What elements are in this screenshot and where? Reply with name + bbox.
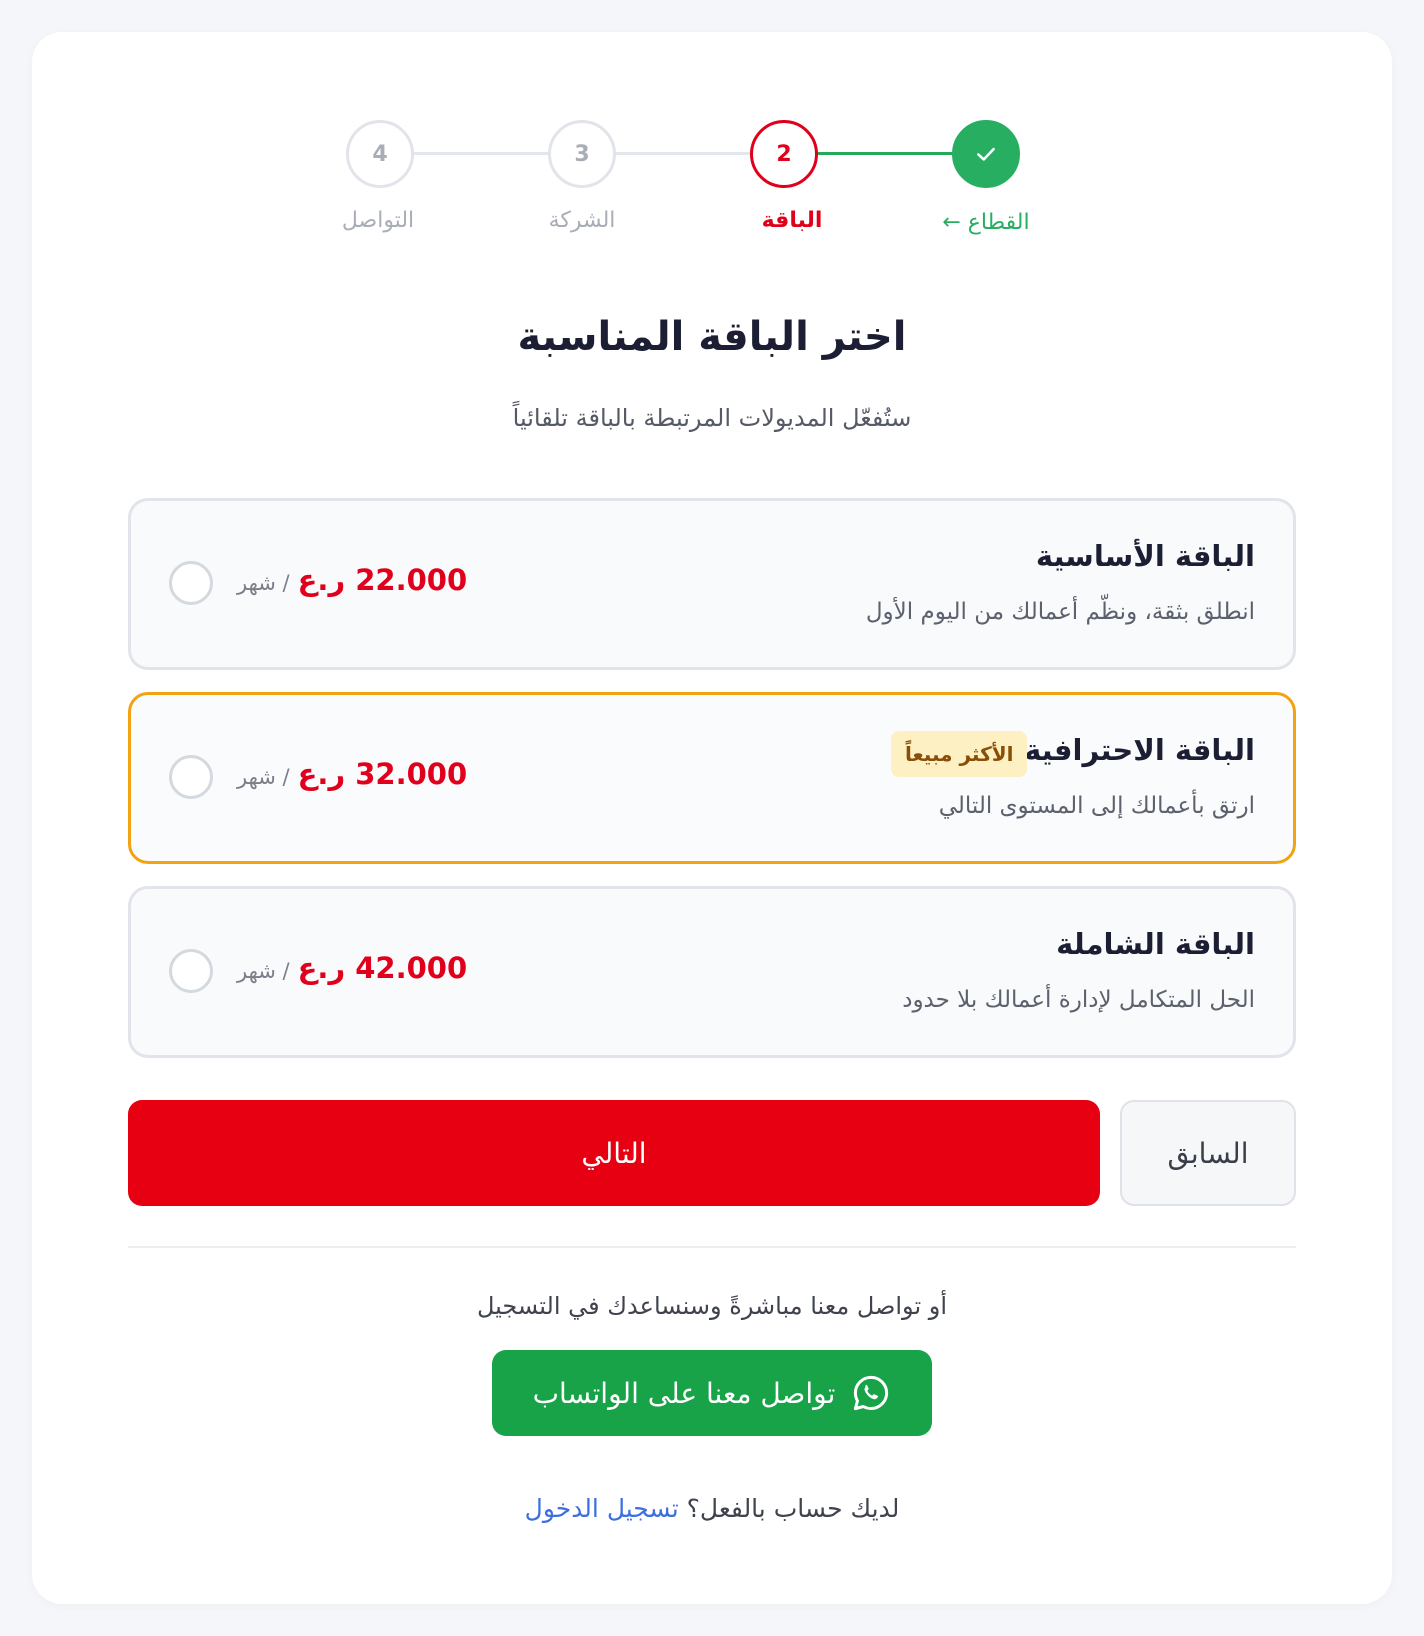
section-divider xyxy=(128,1246,1296,1248)
price-period: / شهر xyxy=(237,765,290,789)
stepper-line-3-4 xyxy=(410,152,552,155)
plan-name: الباقة الاحترافية xyxy=(1024,733,1255,767)
price-amount: 42.000 ر.ع xyxy=(297,951,468,985)
login-prompt-row: لديك حساب بالفعل؟ تسجيل الدخول xyxy=(32,1494,1392,1523)
bestseller-badge: الأكثر مبيعاً xyxy=(891,731,1028,777)
plan-price: 22.000 ر.ع / شهر xyxy=(237,563,467,597)
plan-description: انطلق بثقة، ونظّم أعمالك من اليوم الأول xyxy=(865,599,1255,625)
plan-radio-comprehensive[interactable] xyxy=(169,949,213,993)
step-4-circle: 4 xyxy=(346,120,414,188)
whatsapp-button[interactable]: تواصل معنا على الواتساب xyxy=(492,1350,932,1436)
plan-card-comprehensive[interactable]: الباقة الشاملة الحل المتكامل لإدارة أعما… xyxy=(128,886,1296,1058)
previous-button[interactable]: السابق xyxy=(1120,1100,1296,1206)
stepper-line-2-3 xyxy=(612,152,754,155)
registration-card: 4 3 2 التواصل الشركة الباقة القطاع ← اخت… xyxy=(32,32,1392,1604)
next-button[interactable]: التالي xyxy=(128,1100,1100,1206)
plan-description: ارتق بأعمالك إلى المستوى التالي xyxy=(938,793,1255,819)
plan-radio-professional[interactable] xyxy=(169,755,213,799)
page-title: اختر الباقة المناسبة xyxy=(517,314,907,360)
step-2-circle: 2 xyxy=(750,120,818,188)
login-link[interactable]: تسجيل الدخول xyxy=(525,1494,679,1523)
plan-price: 32.000 ر.ع / شهر xyxy=(237,757,467,791)
login-prompt: لديك حساب بالفعل؟ xyxy=(686,1494,900,1523)
stepper-line-1-2 xyxy=(816,152,958,155)
progress-stepper: 4 3 2 التواصل الشركة الباقة القطاع ← xyxy=(32,32,1392,292)
page-subtitle: ستُفعّل المديولات المرتبطة بالباقة تلقائ… xyxy=(512,404,912,432)
contact-text: أو تواصل معنا مباشرةً وسنساعدك في التسجي… xyxy=(476,1292,948,1320)
plan-name: الباقة الشاملة xyxy=(1056,927,1255,961)
price-period: / شهر xyxy=(237,959,290,983)
plan-price: 42.000 ر.ع / شهر xyxy=(237,951,467,985)
check-icon xyxy=(977,147,995,161)
step-4-label: التواصل xyxy=(341,208,415,233)
plan-card-basic[interactable]: الباقة الأساسية انطلق بثقة، ونظّم أعمالك… xyxy=(128,498,1296,670)
step-1-circle xyxy=(952,120,1020,188)
price-period: / شهر xyxy=(237,571,290,595)
plan-description: الحل المتكامل لإدارة أعمالك بلا حدود xyxy=(902,987,1255,1013)
whatsapp-label: تواصل معنا على الواتساب xyxy=(532,1376,836,1410)
step-1-label: القطاع ← xyxy=(942,210,1030,235)
step-3-label: الشركة xyxy=(548,208,616,233)
plan-radio-basic[interactable] xyxy=(169,561,213,605)
price-amount: 32.000 ر.ع xyxy=(297,757,468,791)
step-3-circle: 3 xyxy=(548,120,616,188)
whatsapp-icon xyxy=(854,1375,889,1411)
plan-card-professional[interactable]: الباقة الاحترافية الأكثر مبيعاً ارتق بأع… xyxy=(128,692,1296,864)
plan-name: الباقة الأساسية xyxy=(1035,539,1255,573)
price-amount: 22.000 ر.ع xyxy=(297,563,468,597)
step-2-label: الباقة xyxy=(761,208,823,233)
